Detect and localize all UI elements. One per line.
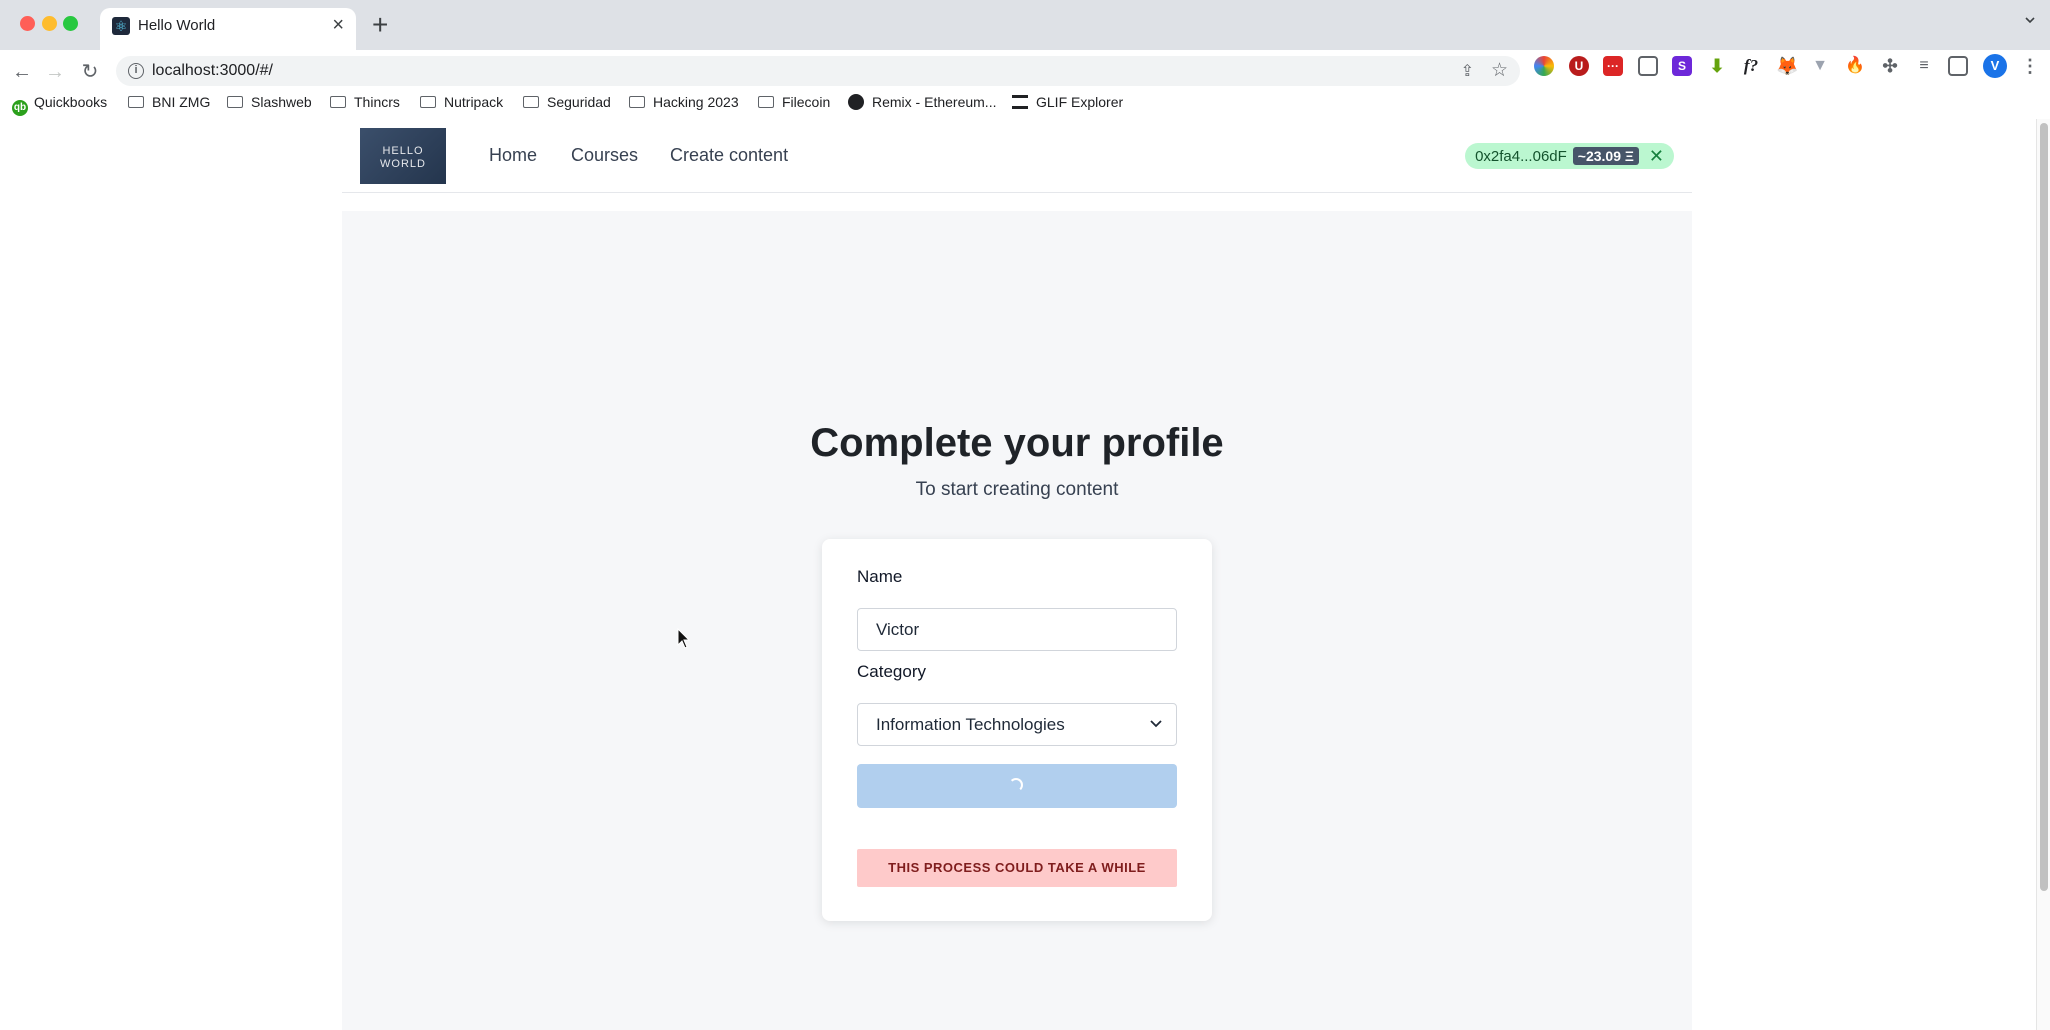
folder-icon bbox=[330, 96, 346, 108]
wallet-disconnect-close-icon[interactable]: ✕ bbox=[1649, 146, 1664, 166]
remix-icon bbox=[848, 94, 864, 110]
color-picker-extension-icon[interactable] bbox=[1534, 56, 1554, 76]
page-viewport: HELLO WORLD Home Courses Create content … bbox=[0, 119, 2050, 1030]
profile-form-card: Name Category Information Technologies T… bbox=[822, 539, 1212, 921]
tab-search-chevron-icon[interactable] bbox=[2024, 14, 2036, 26]
page-subtitle: To start creating content bbox=[915, 479, 1119, 500]
share-icon[interactable]: ⇪ bbox=[1461, 61, 1474, 81]
bookmark-remix[interactable]: Remix - Ethereum... bbox=[848, 94, 996, 110]
react-favicon-icon: ⚛ bbox=[112, 17, 130, 35]
wallet-balance: ~23.09 Ξ bbox=[1572, 147, 1639, 165]
nav-courses[interactable]: Courses bbox=[571, 145, 638, 166]
folder-icon bbox=[128, 96, 144, 108]
close-window-button[interactable] bbox=[20, 16, 35, 31]
screenshot-extension-icon[interactable] bbox=[1638, 56, 1658, 76]
bookmark-filecoin[interactable]: Filecoin bbox=[758, 94, 830, 110]
page-scrollbar[interactable] bbox=[2036, 119, 2050, 1030]
lastpass-extension-icon[interactable]: ··· bbox=[1603, 56, 1623, 76]
bookmark-nutripack[interactable]: Nutripack bbox=[420, 94, 503, 110]
browser-tab[interactable]: ⚛ Hello World × bbox=[100, 8, 356, 50]
address-bar[interactable]: i localhost:3000/#/ ⇪ ☆ bbox=[116, 56, 1520, 86]
browser-tab-bar: ⚛ Hello World × + bbox=[0, 0, 2050, 50]
bookmark-thincrs[interactable]: Thincrs bbox=[330, 94, 400, 110]
glif-icon bbox=[1012, 95, 1028, 109]
nav-home[interactable]: Home bbox=[489, 145, 537, 166]
submit-button-loading[interactable] bbox=[857, 764, 1177, 808]
address-url[interactable]: localhost:3000/#/ bbox=[152, 62, 273, 80]
media-queue-icon[interactable]: ≡ bbox=[1914, 56, 1934, 76]
tab-close-icon[interactable]: × bbox=[332, 14, 344, 36]
page-title: Complete your profile bbox=[810, 421, 1224, 465]
metamask-fox-icon[interactable]: 🦊 bbox=[1776, 56, 1798, 76]
vue-devtools-icon[interactable]: ▼ bbox=[1810, 56, 1830, 76]
category-select[interactable]: Information Technologies bbox=[857, 703, 1177, 746]
scrollbar-thumb[interactable] bbox=[2040, 123, 2048, 891]
ublock-extension-icon[interactable]: U bbox=[1569, 56, 1589, 76]
bookmarks-bar: qb Quickbooks BNI ZMG Slashweb Thincrs Nu… bbox=[0, 86, 2050, 118]
bookmark-hacking-2023[interactable]: Hacking 2023 bbox=[629, 94, 739, 110]
formula-extension-icon[interactable]: f? bbox=[1741, 56, 1761, 76]
bookmark-slashweb[interactable]: Slashweb bbox=[227, 94, 312, 110]
site-logo[interactable]: HELLO WORLD bbox=[360, 128, 446, 184]
side-panel-icon[interactable] bbox=[1948, 56, 1968, 76]
download-extension-icon[interactable]: ⬇ bbox=[1707, 56, 1727, 76]
nav-create-content[interactable]: Create content bbox=[670, 145, 788, 166]
name-label: Name bbox=[857, 567, 903, 586]
name-input[interactable] bbox=[857, 608, 1177, 651]
bookmark-quickbooks[interactable]: qb Quickbooks bbox=[12, 94, 107, 116]
folder-icon bbox=[758, 96, 774, 108]
browser-menu-kebab-icon[interactable]: ⋮ bbox=[2020, 56, 2040, 76]
site-info-icon[interactable]: i bbox=[128, 63, 144, 79]
bookmark-glif-explorer[interactable]: GLIF Explorer bbox=[1012, 94, 1123, 110]
back-arrow-icon[interactable]: ← bbox=[10, 60, 34, 84]
category-label: Category bbox=[857, 662, 926, 681]
minimize-window-button[interactable] bbox=[42, 16, 57, 31]
folder-icon bbox=[420, 96, 436, 108]
folder-icon bbox=[523, 96, 539, 108]
bookmark-star-icon[interactable]: ☆ bbox=[1491, 59, 1508, 82]
profile-avatar[interactable]: V bbox=[1983, 54, 2007, 78]
tab-title: Hello World bbox=[138, 17, 216, 34]
wallet-badge[interactable]: 0x2fa4...06dF ~23.09 Ξ ✕ bbox=[1465, 143, 1674, 169]
bookmark-seguridad[interactable]: Seguridad bbox=[523, 94, 611, 110]
s-extension-icon[interactable]: S bbox=[1672, 56, 1692, 76]
folder-icon bbox=[227, 96, 243, 108]
extensions-puzzle-icon[interactable]: ✣ bbox=[1880, 56, 1900, 76]
site-header: HELLO WORLD Home Courses Create content … bbox=[342, 119, 1692, 193]
bookmark-bni-zmg[interactable]: BNI ZMG bbox=[128, 94, 210, 110]
reload-icon[interactable]: ↻ bbox=[78, 60, 102, 84]
process-warning-notice: THIS PROCESS COULD TAKE A WHILE bbox=[857, 849, 1177, 887]
loading-spinner-icon bbox=[1009, 778, 1023, 792]
folder-icon bbox=[629, 96, 645, 108]
browser-toolbar: ← → ↻ i localhost:3000/#/ ⇪ ☆ U ··· S ⬇ … bbox=[0, 50, 2050, 126]
category-selected-value: Information Technologies bbox=[876, 715, 1065, 734]
quickbooks-icon: qb bbox=[12, 100, 28, 116]
maximize-window-button[interactable] bbox=[63, 16, 78, 31]
wallet-address: 0x2fa4...06dF bbox=[1475, 147, 1567, 165]
chevron-down-icon bbox=[1150, 720, 1162, 728]
flame-extension-icon[interactable]: 🔥 bbox=[1845, 56, 1865, 76]
forward-arrow-icon[interactable]: → bbox=[43, 60, 67, 84]
new-tab-button[interactable]: + bbox=[372, 10, 388, 40]
mouse-cursor-icon bbox=[677, 628, 691, 649]
